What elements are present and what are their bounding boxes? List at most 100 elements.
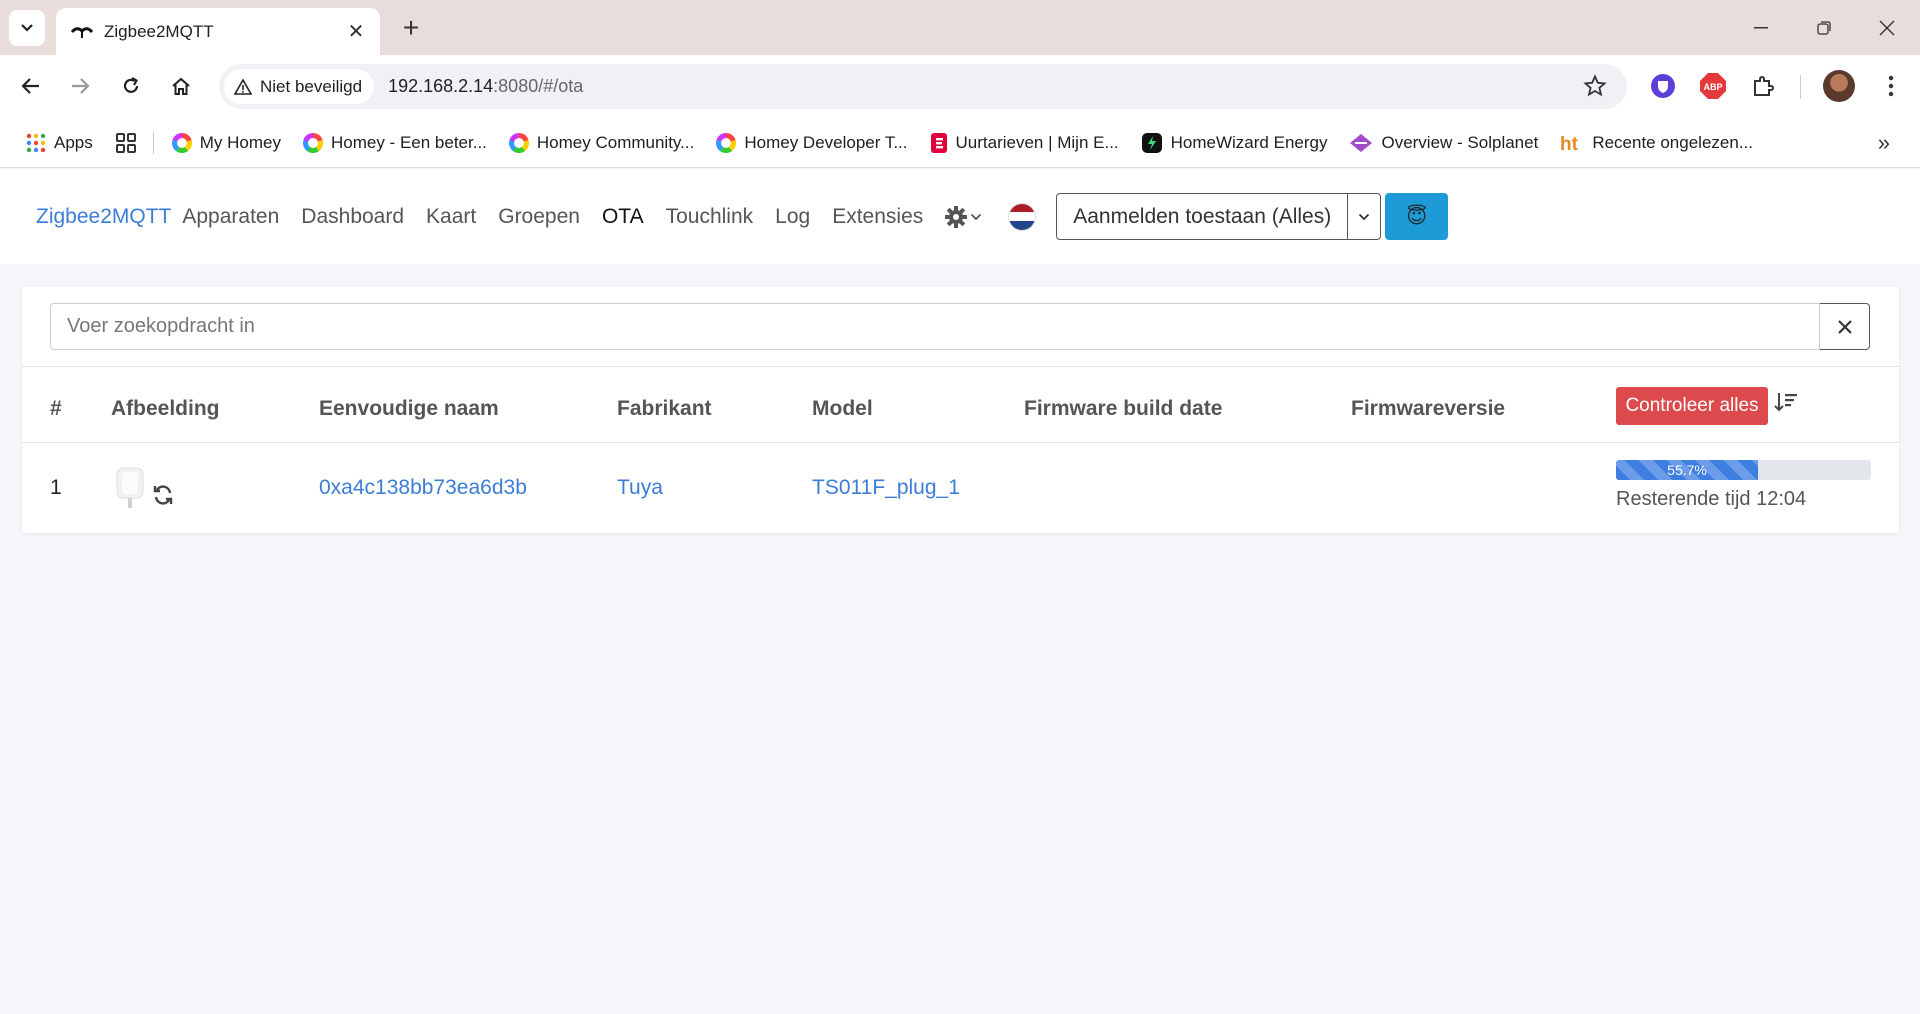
column-header-index: # <box>50 397 62 420</box>
homey-icon <box>716 132 737 153</box>
row-index: 1 <box>50 476 62 499</box>
check-all-button[interactable]: Controleer alles <box>1616 387 1768 425</box>
security-label: Niet beveiligd <box>260 76 363 96</box>
eneco-icon <box>930 132 947 153</box>
close-icon <box>1837 319 1852 334</box>
nav-kaart[interactable]: Kaart <box>426 205 476 229</box>
card-divider <box>22 366 1899 367</box>
ota-remaining-time: Resterende tijd 12:04 <box>1616 488 1807 510</box>
chevron-down-icon <box>1359 213 1370 220</box>
homey-icon <box>508 132 529 153</box>
device-manufacturer-link[interactable]: Tuya <box>617 476 663 500</box>
bookmark-homey-developer[interactable]: Homey Developer T... <box>716 132 908 153</box>
column-header-manufacturer[interactable]: Fabrikant <box>617 397 712 421</box>
security-chip[interactable]: Niet beveiligd <box>224 69 375 104</box>
ota-card: # Afbeelding Eenvoudige naam Fabrikant M… <box>22 287 1899 533</box>
homewizard-icon <box>1141 132 1162 153</box>
restore-icon[interactable] <box>1799 0 1849 55</box>
reload-icon[interactable] <box>114 69 148 103</box>
refresh-icon[interactable] <box>152 484 174 511</box>
bookmark-apps[interactable]: Apps <box>26 133 93 153</box>
permit-join-dropdown-toggle[interactable] <box>1348 194 1380 239</box>
bookmarks-overflow-icon[interactable]: » <box>1878 130 1890 156</box>
language-flag-nl-icon[interactable] <box>1008 202 1037 231</box>
nav-groepen[interactable]: Groepen <box>498 205 580 229</box>
bookmark-homey-community[interactable]: Homey Community... <box>508 132 694 153</box>
app-navbar: Zigbee2MQTT Apparaten Dashboard Kaart Gr… <box>0 169 1920 264</box>
svg-text:ABP: ABP <box>1703 82 1722 92</box>
tab-close-icon[interactable]: ✕ <box>344 19 368 44</box>
search-row <box>50 303 1870 350</box>
url-text: 192.168.2.14:8080/#/ota <box>388 76 583 97</box>
tab-groups-button[interactable] <box>115 132 137 154</box>
column-header-model[interactable]: Model <box>812 397 873 421</box>
ota-progress-bar: 55.7% <box>1616 460 1871 480</box>
brand-link[interactable]: Zigbee2MQTT <box>36 205 171 229</box>
privacy-extension-icon[interactable] <box>1648 71 1678 101</box>
nav-touchlink[interactable]: Touchlink <box>666 205 754 229</box>
nav-log[interactable]: Log <box>775 205 810 229</box>
restart-button[interactable]: 😇 <box>1385 193 1449 240</box>
apps-grid-icon <box>26 133 46 152</box>
header-divider <box>22 442 1899 443</box>
bookmark-homewizard[interactable]: HomeWizard Energy <box>1141 132 1327 154</box>
adblock-extension-icon[interactable]: ABP <box>1698 71 1728 101</box>
zigbee-favicon-icon <box>70 23 94 41</box>
settings-dropdown[interactable] <box>945 205 982 228</box>
bookmarks-bar: Apps My Homey Homey - Een beter... Homey… <box>0 118 1920 168</box>
nav-extensies[interactable]: Extensies <box>832 205 923 229</box>
gear-icon <box>945 205 968 228</box>
column-header-build-date[interactable]: Firmware build date <box>1024 397 1222 421</box>
minimize-icon[interactable] <box>1736 0 1786 55</box>
bookmarks-separator <box>152 131 154 154</box>
clear-search-button[interactable] <box>1820 303 1870 350</box>
column-header-image[interactable]: Afbeelding <box>111 397 220 421</box>
profile-avatar[interactable] <box>1823 70 1855 102</box>
close-window-icon[interactable] <box>1862 0 1912 55</box>
search-input[interactable] <box>50 303 1820 350</box>
plug-device-image <box>114 466 146 515</box>
toolbar-separator <box>1800 75 1801 99</box>
permit-join-button[interactable]: Aanmelden toestaan (Alles) <box>1057 194 1349 239</box>
permit-join-button-group: Aanmelden toestaan (Alles) <box>1056 193 1382 240</box>
device-friendly-name-link[interactable]: 0xa4c138bb73ea6d3b <box>319 476 527 500</box>
bookmark-recente-ongelezen[interactable]: ht Recente ongelezen... <box>1560 133 1753 153</box>
address-bar[interactable]: Niet beveiligd 192.168.2.14:8080/#/ota <box>219 64 1627 109</box>
nav-apparaten[interactable]: Apparaten <box>182 205 279 229</box>
bookmark-homey-een-beter[interactable]: Homey - Een beter... <box>302 132 487 153</box>
forward-icon[interactable] <box>63 69 97 103</box>
warning-icon <box>234 78 252 95</box>
bookmark-star-icon[interactable] <box>1583 74 1607 103</box>
bookmark-uurtarieven[interactable]: Uurtarieven | Mijn E... <box>930 132 1119 154</box>
nav-ota[interactable]: OTA <box>602 205 644 229</box>
halo-emoji-icon: 😇 <box>1406 206 1428 228</box>
svg-text:ht: ht <box>1560 134 1579 153</box>
bookmark-my-homey[interactable]: My Homey <box>171 132 281 153</box>
sort-descending-icon[interactable] <box>1774 391 1798 418</box>
url-path: :8080/#/ota <box>493 76 584 96</box>
chevron-down-icon <box>971 213 982 220</box>
browser-tab-active[interactable]: Zigbee2MQTT ✕ <box>56 8 380 55</box>
homey-icon <box>171 132 192 153</box>
new-tab-button[interactable]: + <box>393 10 429 46</box>
bookmark-solplanet[interactable]: Overview - Solplanet <box>1349 133 1538 153</box>
extensions-puzzle-icon[interactable] <box>1748 71 1778 101</box>
tab-search-button[interactable] <box>9 10 45 46</box>
tab-groups-icon <box>115 132 136 153</box>
solplanet-icon <box>1350 133 1373 152</box>
home-icon[interactable] <box>164 69 198 103</box>
tab-title: Zigbee2MQTT <box>104 21 214 41</box>
menu-kebab-icon[interactable] <box>1876 71 1906 101</box>
ota-progress-fill: 55.7% <box>1616 460 1759 480</box>
browser-toolbar: Niet beveiligd 192.168.2.14:8080/#/ota A… <box>0 55 1920 118</box>
column-header-firmware-version[interactable]: Firmwareversie <box>1351 397 1505 421</box>
ht-icon: ht <box>1560 134 1579 153</box>
chevron-down-icon <box>21 24 33 32</box>
device-model-link[interactable]: TS011F_plug_1 <box>812 476 960 500</box>
nav-dashboard[interactable]: Dashboard <box>301 205 404 229</box>
browser-tab-strip: Zigbee2MQTT ✕ + <box>0 0 1920 55</box>
url-host: 192.168.2.14 <box>388 76 494 96</box>
back-icon[interactable] <box>14 69 48 103</box>
homey-icon <box>302 132 323 153</box>
column-header-friendly-name[interactable]: Eenvoudige naam <box>319 397 499 421</box>
